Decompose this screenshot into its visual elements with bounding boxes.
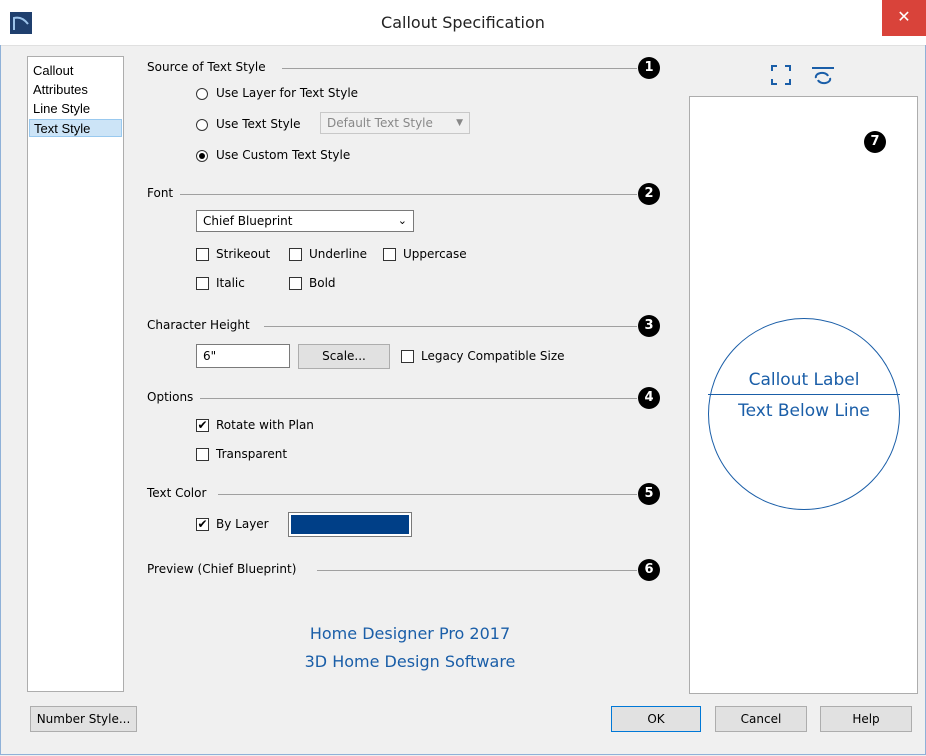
italic-checkbox[interactable] <box>196 277 209 290</box>
callout-badge-1: 1 <box>638 57 660 79</box>
callout-badge-7: 7 <box>864 131 886 153</box>
source-header: Source of Text Style <box>147 60 266 74</box>
source-divider <box>282 68 637 69</box>
use-layer-radio[interactable] <box>196 88 208 100</box>
callout-divider-line <box>708 394 900 395</box>
text-style-value: Default Text Style <box>327 116 433 130</box>
legacy-size-checkbox[interactable] <box>401 350 414 363</box>
font-divider <box>180 194 637 195</box>
help-button[interactable]: Help <box>820 706 912 732</box>
chevron-down-icon: ⌄ <box>397 214 407 227</box>
dropdown-arrow-icon: ▼ <box>456 118 463 128</box>
text-color-button[interactable] <box>288 512 412 537</box>
preview-header: Preview (Chief Blueprint) <box>147 562 297 576</box>
ok-button[interactable]: OK <box>611 706 701 732</box>
underline-label: Underline <box>309 247 367 261</box>
text-color-swatch <box>291 515 409 534</box>
transparent-label: Transparent <box>216 447 288 461</box>
by-layer-label: By Layer <box>216 517 269 531</box>
preview-divider <box>317 570 637 571</box>
use-text-style-label: Use Text Style <box>216 117 301 131</box>
text-style-select: Default Text Style ▼ <box>320 112 470 134</box>
callout-badge-2: 2 <box>638 183 660 205</box>
category-list[interactable]: Callout Attributes Line Style Text Style <box>27 56 124 692</box>
by-layer-checkbox[interactable]: ✔ <box>196 518 209 531</box>
transparent-checkbox[interactable] <box>196 448 209 461</box>
use-text-style-radio[interactable] <box>196 119 208 131</box>
character-height-input[interactable]: 6" <box>196 344 290 368</box>
cancel-button[interactable]: Cancel <box>715 706 807 732</box>
number-style-button[interactable]: Number Style... <box>30 706 137 732</box>
callout-text-below-line: Text Below Line <box>738 401 870 421</box>
uppercase-checkbox[interactable] <box>383 248 396 261</box>
bold-checkbox[interactable] <box>289 277 302 290</box>
height-header: Character Height <box>147 318 250 332</box>
color-header: Text Color <box>147 486 207 500</box>
height-divider <box>264 326 637 327</box>
callout-label: Callout Label <box>748 370 860 390</box>
use-layer-label: Use Layer for Text Style <box>216 86 359 100</box>
legacy-size-label: Legacy Compatible Size <box>421 349 565 363</box>
options-header: Options <box>147 390 194 404</box>
options-divider <box>200 398 637 399</box>
font-header: Font <box>147 186 174 200</box>
color-divider <box>218 494 637 495</box>
callout-badge-4: 4 <box>638 387 660 409</box>
underline-checkbox[interactable] <box>289 248 302 261</box>
strikeout-checkbox[interactable] <box>196 248 209 261</box>
close-button[interactable]: ✕ <box>882 0 926 36</box>
uppercase-label: Uppercase <box>403 247 467 261</box>
font-family-select[interactable]: Chief Blueprint ⌄ <box>196 210 414 232</box>
font-family-value: Chief Blueprint <box>203 214 293 228</box>
nav-item-callout[interactable]: Callout <box>29 62 122 80</box>
bold-label: Bold <box>309 276 336 290</box>
nav-item-line-style[interactable]: Line Style <box>29 100 122 118</box>
callout-badge-6: 6 <box>638 559 660 581</box>
fill-window-icon[interactable] <box>770 64 792 86</box>
rotate-with-plan-label: Rotate with Plan <box>216 418 314 432</box>
close-icon: ✕ <box>897 7 911 26</box>
strikeout-label: Strikeout <box>216 247 271 261</box>
italic-label: Italic <box>216 276 245 290</box>
font-preview-line-2: 3D Home Design Software <box>304 652 516 671</box>
nav-item-attributes[interactable]: Attributes <box>29 81 122 99</box>
callout-badge-5: 5 <box>638 483 660 505</box>
rotate-with-plan-checkbox[interactable]: ✔ <box>196 419 209 432</box>
scale-button[interactable]: Scale... <box>298 344 390 369</box>
nav-item-text-style[interactable]: Text Style <box>29 119 122 137</box>
font-preview-line-1: Home Designer Pro 2017 <box>309 624 511 643</box>
callout-badge-3: 3 <box>638 315 660 337</box>
use-custom-radio[interactable] <box>196 150 208 162</box>
window-title: Callout Specification <box>381 13 545 32</box>
refresh-view-icon[interactable] <box>810 64 836 86</box>
use-custom-label: Use Custom Text Style <box>216 148 351 162</box>
